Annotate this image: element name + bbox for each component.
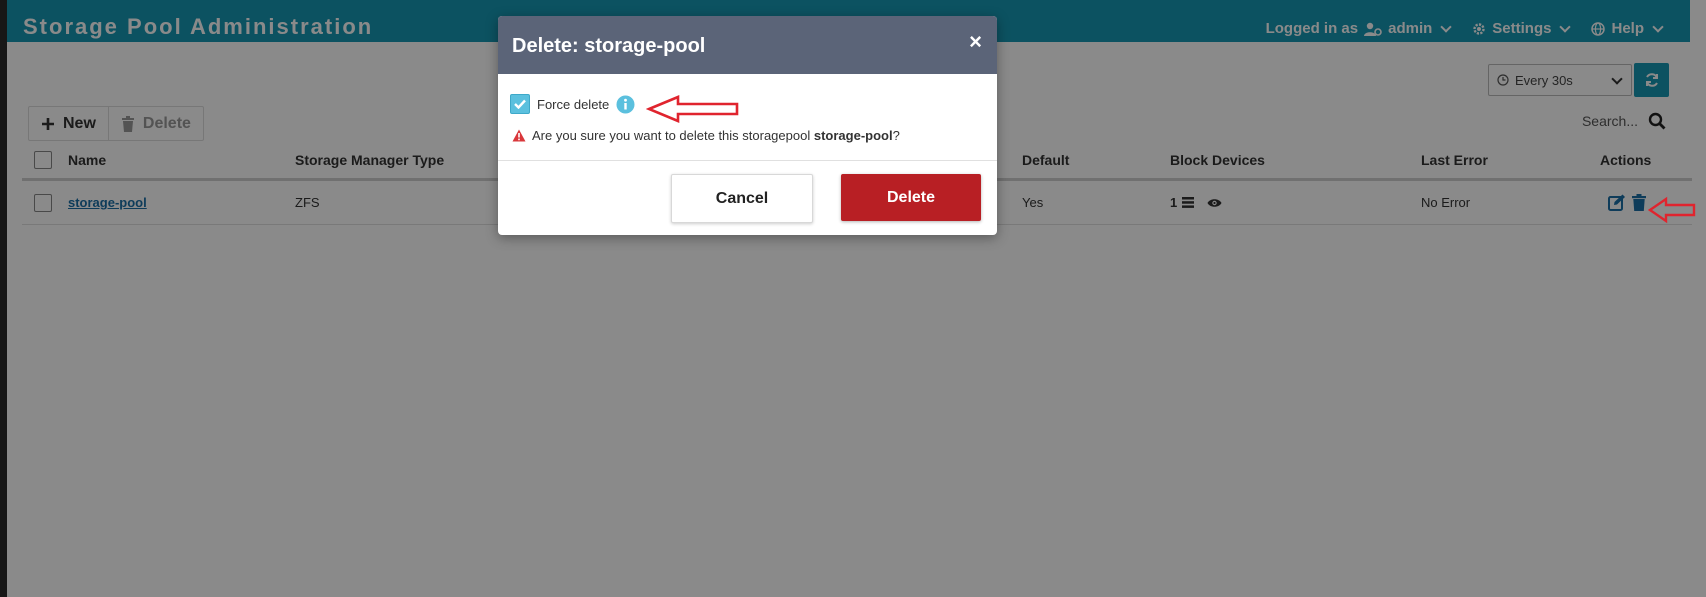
close-icon[interactable]: × [969,29,982,55]
annotation-arrow-force-delete [646,95,739,123]
annotation-arrow-actions [1648,196,1696,224]
delete-warning: Are you sure you want to delete this sto… [512,128,900,143]
cancel-button[interactable]: Cancel [671,174,813,223]
force-delete-checkbox[interactable] [510,94,530,114]
dialog-divider [498,160,997,161]
warning-icon [512,129,526,142]
delete-confirmation-dialog: Delete: storage-pool × Force delete Are … [498,16,997,235]
confirm-delete-button[interactable]: Delete [841,174,981,221]
warning-target: storage-pool [813,128,893,143]
warning-text: Are you sure you want to delete this sto… [532,128,900,143]
warning-suffix: ? [892,128,900,143]
info-icon[interactable] [616,95,635,114]
warning-prefix: Are you sure you want to delete this sto… [532,128,811,143]
force-delete-label[interactable]: Force delete [537,97,609,112]
check-icon [514,99,526,109]
dialog-title: Delete: storage-pool [512,35,706,57]
dialog-header: Delete: storage-pool × [498,16,997,74]
force-delete-option: Force delete [510,94,635,114]
